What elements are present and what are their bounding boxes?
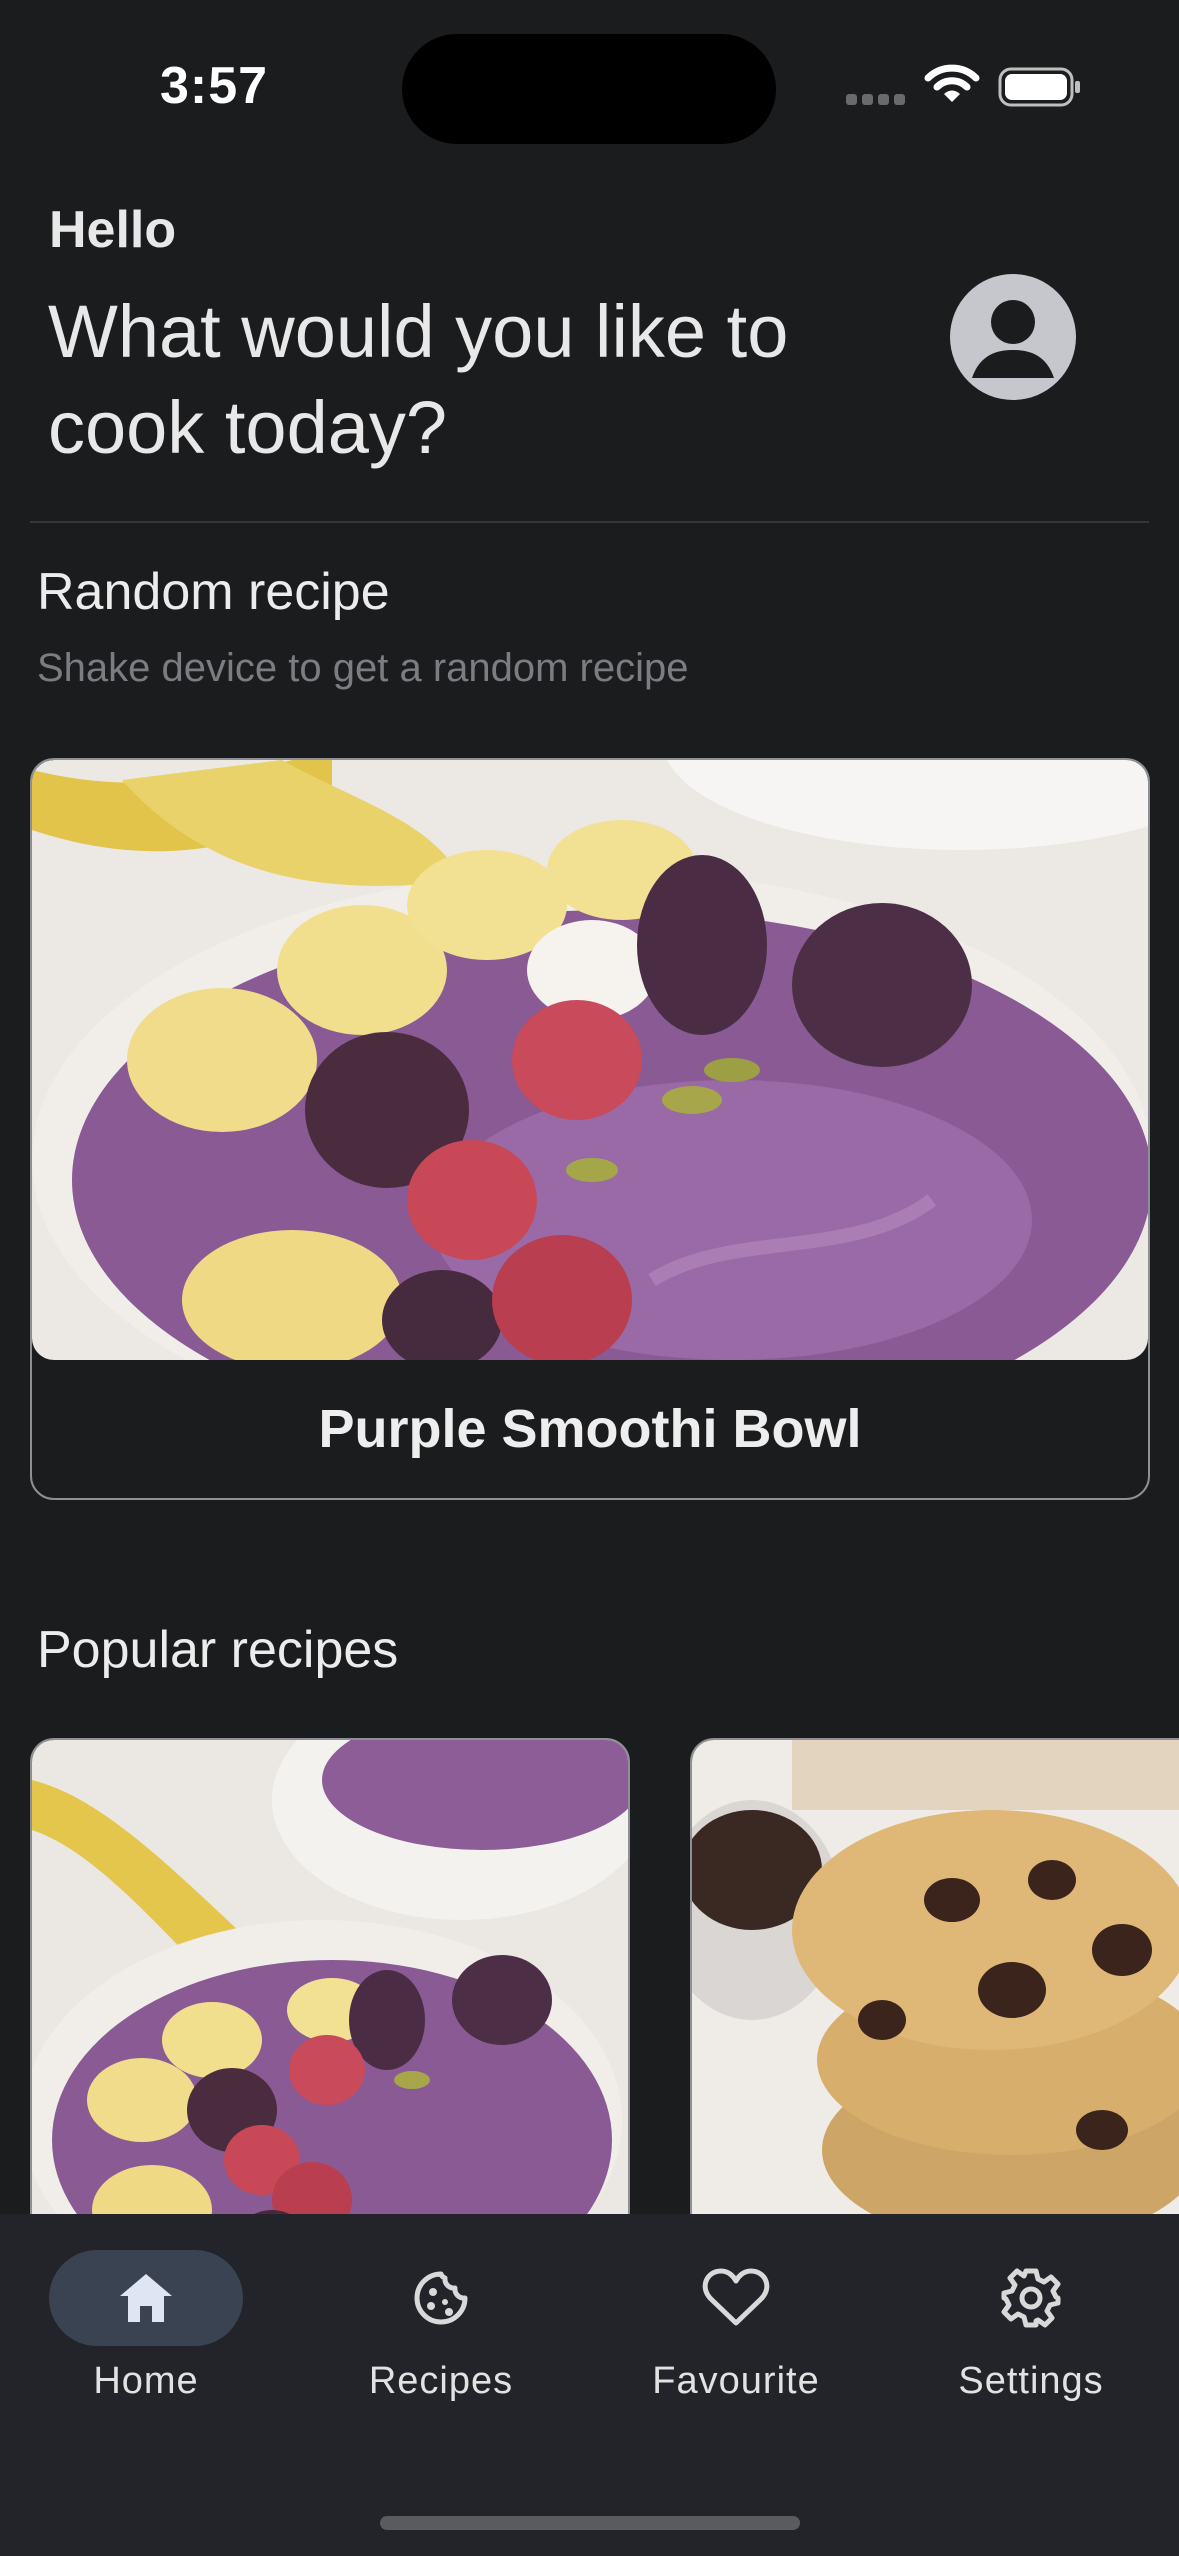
smoothie-bowl-photo bbox=[32, 1740, 628, 2260]
status-time: 3:57 bbox=[160, 57, 269, 115]
nav-item-favourite[interactable]: Favourite bbox=[616, 2250, 856, 2403]
nav-label-settings: Settings bbox=[958, 2360, 1104, 2402]
gear-icon bbox=[1001, 2268, 1061, 2328]
popular-recipes-heading: Popular recipes bbox=[37, 1621, 399, 1679]
nav-label-favourite: Favourite bbox=[652, 2360, 820, 2402]
home-indicator[interactable] bbox=[380, 2516, 800, 2530]
dynamic-island bbox=[402, 34, 776, 144]
greeting-text: Hello bbox=[49, 201, 177, 259]
nav-pill bbox=[934, 2250, 1128, 2346]
page-title: What would you like to cook today? bbox=[48, 290, 789, 469]
cookie-icon bbox=[414, 2271, 468, 2325]
recipe-photo bbox=[32, 760, 1148, 1360]
random-recipe-card[interactable]: Purple Smoothi Bowl bbox=[30, 758, 1150, 1500]
bottom-navigation-bar: Home Recipes Favourite Settings bbox=[0, 2214, 1179, 2556]
popular-recipe-card[interactable] bbox=[690, 1738, 1179, 2262]
cellular-signal-icon bbox=[846, 94, 905, 105]
nav-pill-active bbox=[49, 2250, 243, 2346]
home-icon bbox=[120, 2274, 172, 2322]
chocolate-chip-cookies-photo bbox=[692, 1740, 1179, 2260]
nav-label-recipes: Recipes bbox=[368, 2360, 514, 2402]
wifi-icon bbox=[924, 64, 980, 102]
profile-avatar-button[interactable] bbox=[950, 274, 1076, 400]
nav-pill bbox=[639, 2250, 833, 2346]
nav-pill bbox=[344, 2250, 538, 2346]
random-recipe-hint: Shake device to get a random recipe bbox=[37, 646, 689, 690]
random-recipe-heading: Random recipe bbox=[37, 563, 390, 621]
person-icon bbox=[972, 300, 1054, 378]
nav-item-recipes[interactable]: Recipes bbox=[321, 2250, 561, 2403]
random-recipe-name: Purple Smoothi Bowl bbox=[318, 1399, 862, 1459]
status-bar: 3:57 bbox=[0, 0, 1179, 170]
header-divider bbox=[30, 521, 1149, 523]
heart-icon bbox=[702, 2268, 770, 2326]
nav-label-home: Home bbox=[93, 2360, 199, 2402]
nav-item-settings[interactable]: Settings bbox=[911, 2250, 1151, 2403]
battery-icon bbox=[998, 67, 1080, 107]
popular-recipe-card[interactable] bbox=[30, 1738, 630, 2262]
nav-item-home[interactable]: Home bbox=[26, 2250, 266, 2403]
